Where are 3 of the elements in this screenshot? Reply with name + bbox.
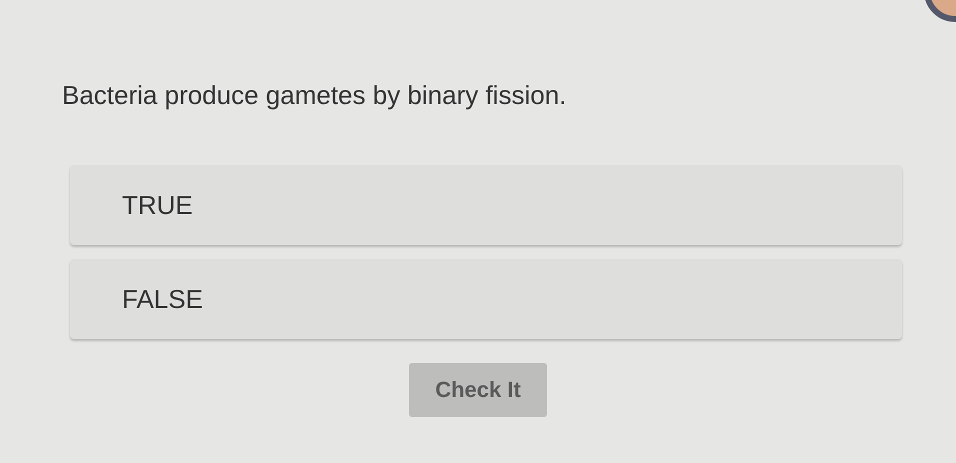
answer-option[interactable]: TRUE [70,165,902,245]
answer-option[interactable]: FALSE [70,259,902,339]
question-text: Bacteria produce gametes by binary fission. [62,80,566,111]
